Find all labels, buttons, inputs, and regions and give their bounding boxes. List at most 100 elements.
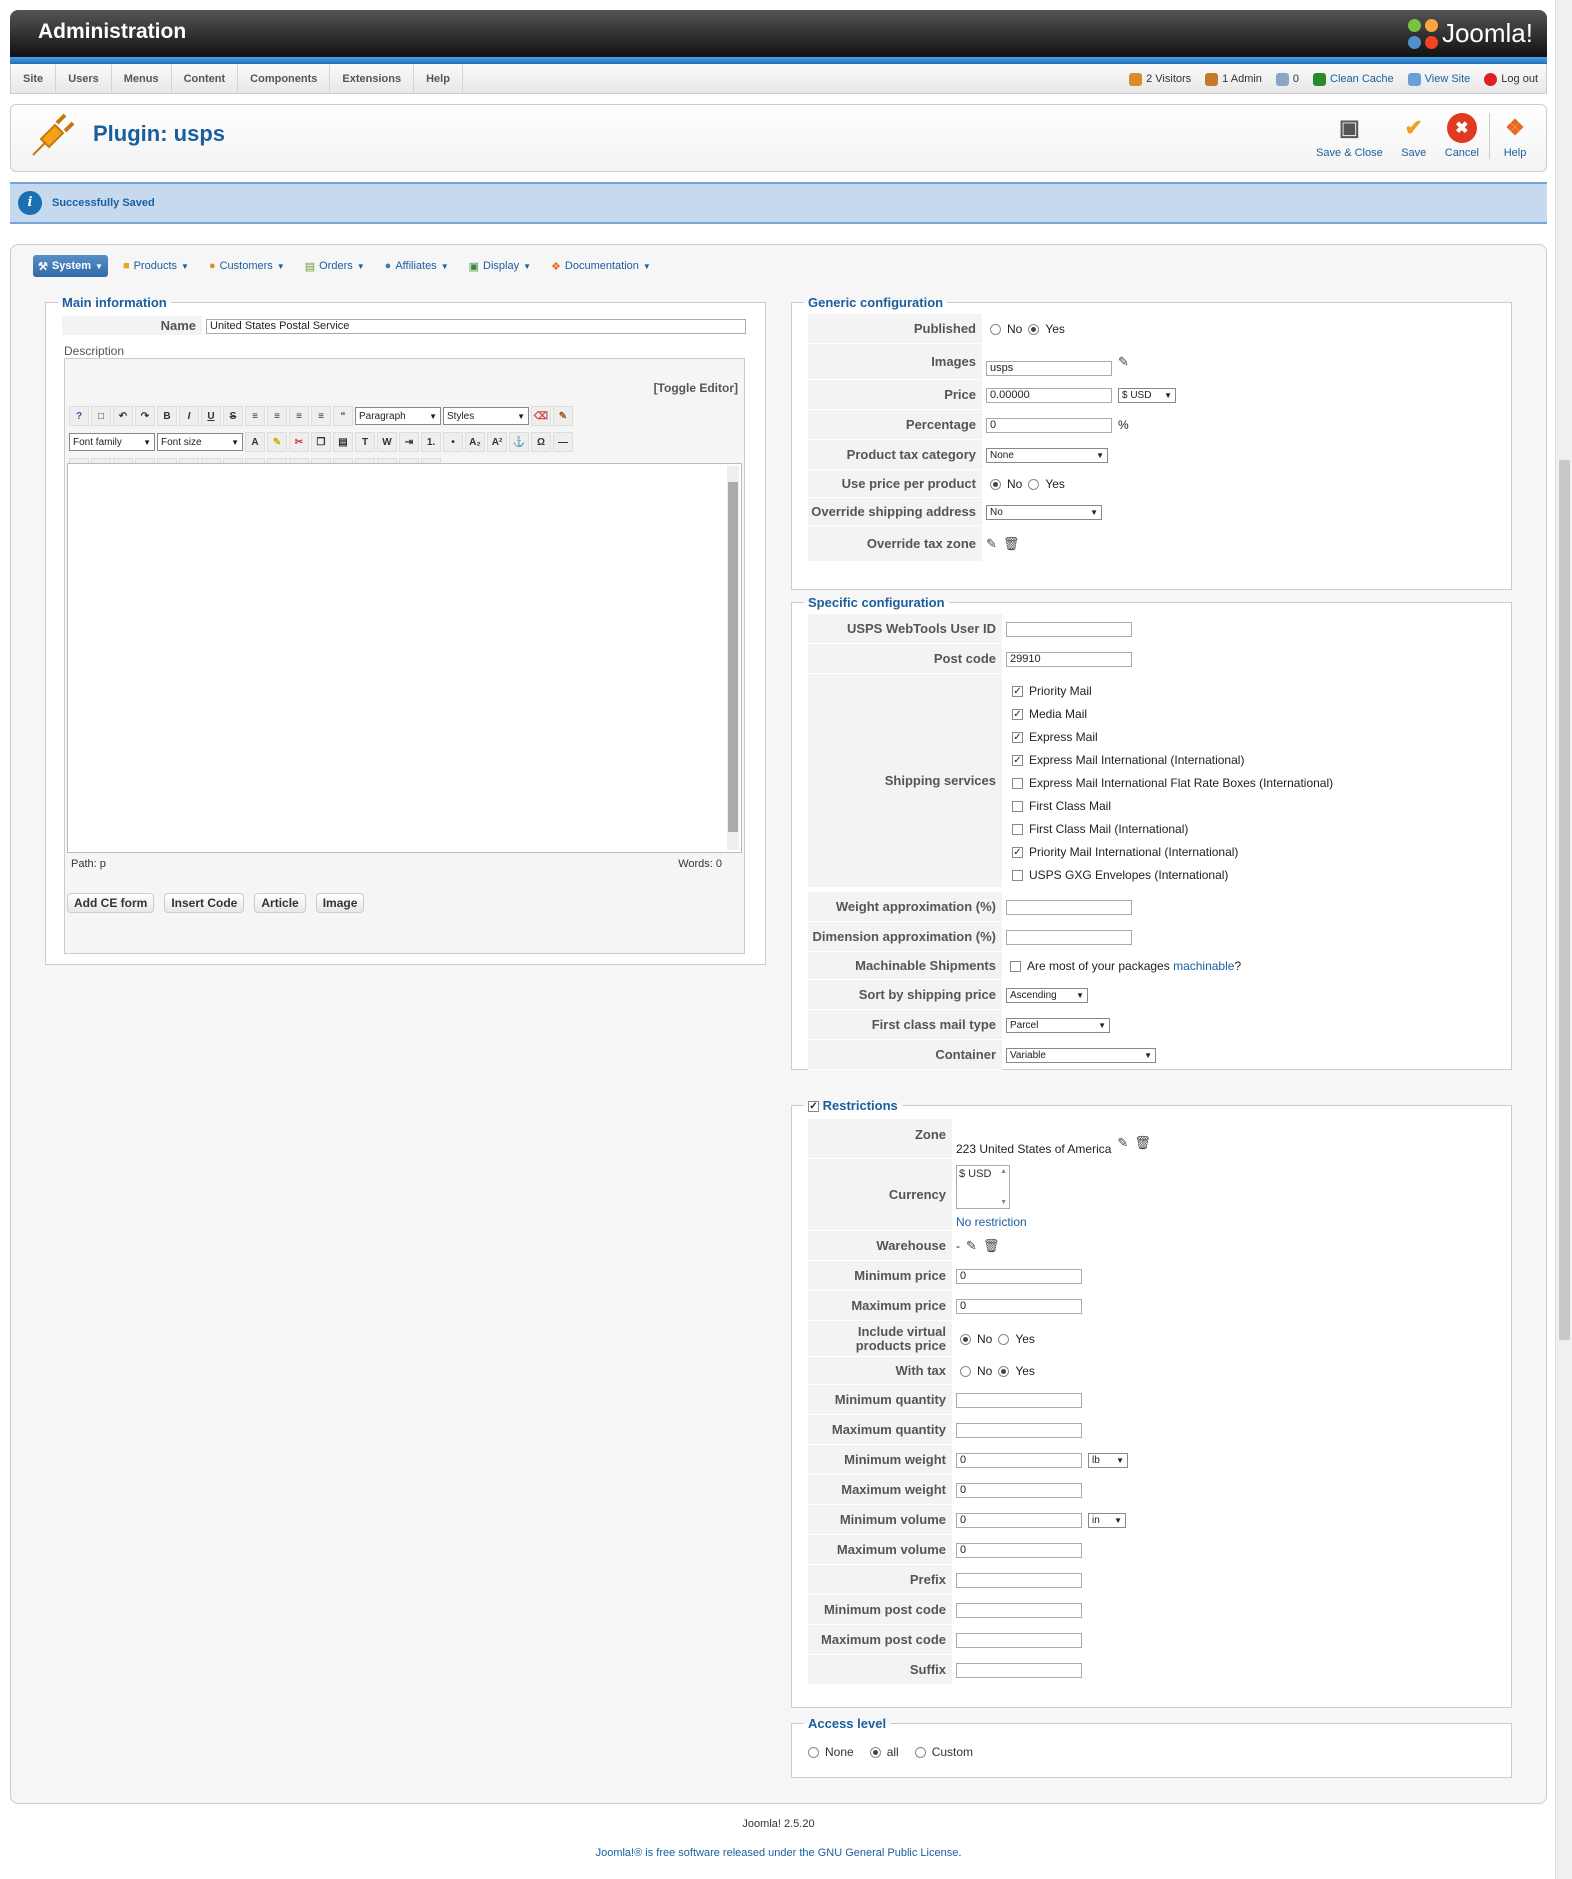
service-checkbox[interactable]: ✓ (1012, 731, 1023, 743)
add-ce-form-button[interactable]: Add CE form (67, 893, 155, 913)
max-weight-input[interactable] (956, 1482, 1082, 1498)
submenu-customers[interactable]: ● Customers ▼ (204, 255, 290, 277)
machinable-checkbox[interactable] (1010, 960, 1021, 972)
status-messages[interactable]: 0 (1275, 72, 1299, 86)
submenu-orders[interactable]: ▤ Orders ▼ (300, 255, 370, 277)
align-right-icon[interactable]: ≡ (311, 406, 331, 426)
image-button[interactable]: Image (315, 893, 365, 913)
editor-scrollbar[interactable] (727, 466, 739, 850)
service-checkbox[interactable] (1012, 869, 1023, 881)
submenu-display[interactable]: ▣ Display ▼ (464, 255, 536, 277)
restrictions-checkbox[interactable]: ✓ (808, 1101, 819, 1113)
no-restriction-link[interactable]: No restriction (956, 1215, 1027, 1229)
prefix-input[interactable] (956, 1572, 1082, 1588)
editor-scroll-thumb[interactable] (728, 482, 738, 832)
align-left-icon[interactable]: ≡ (289, 406, 309, 426)
undo-icon[interactable]: ↶ (113, 406, 133, 426)
override-shipping-select[interactable]: No ▼ (986, 504, 1102, 520)
published-no-radio[interactable] (990, 323, 1001, 335)
blockquote-icon[interactable]: “ (333, 406, 353, 426)
first-class-type-select[interactable]: Parcel ▼ (1006, 1017, 1110, 1033)
page-scroll-thumb[interactable] (1559, 460, 1570, 1340)
service-checkbox[interactable]: ✓ (1012, 846, 1023, 858)
submenu-documentation[interactable]: ❖ Documentation ▼ (546, 255, 656, 277)
name-input[interactable] (206, 318, 746, 334)
pencil-icon[interactable]: ✎ (966, 1238, 977, 1254)
trash-icon[interactable]: 🗑 (1003, 536, 1020, 552)
min-weight-input[interactable] (956, 1452, 1082, 1468)
access-custom-radio[interactable] (914, 1746, 926, 1758)
access-none-radio[interactable] (808, 1746, 819, 1758)
include-virtual-no-radio[interactable] (960, 1333, 971, 1345)
trash-icon[interactable]: 🗑 (1134, 1135, 1151, 1151)
service-item[interactable]: ✓ Express Mail International (Internation… (1012, 749, 1333, 772)
with-tax-no-radio[interactable] (960, 1365, 971, 1377)
font-family-select[interactable]: Font family ▼ (69, 433, 155, 451)
menu-help[interactable]: Help (414, 63, 463, 94)
currency-listbox[interactable]: $ USD ▲ ▼ (956, 1165, 1010, 1209)
service-checkbox[interactable] (1012, 823, 1023, 835)
use-price-no-radio[interactable] (990, 478, 1001, 490)
images-input[interactable] (986, 360, 1112, 376)
service-item[interactable]: ✓ Media Mail (1012, 703, 1333, 726)
pencil-icon[interactable]: ✎ (1117, 1135, 1128, 1151)
paste-icon[interactable]: ▤ (333, 432, 353, 452)
menu-users[interactable]: Users (56, 63, 112, 94)
joomla-logo[interactable]: Joomla! (1407, 18, 1533, 49)
new-document-icon[interactable]: □ (91, 406, 111, 426)
weight-approx-input[interactable] (1006, 899, 1132, 915)
justify-icon[interactable]: ≡ (245, 406, 265, 426)
post-code-input[interactable] (1006, 651, 1132, 667)
trash-icon[interactable]: 🗑 (983, 1238, 1000, 1254)
max-post-input[interactable] (956, 1632, 1082, 1648)
volume-unit-select[interactable]: in ▼ (1088, 1512, 1126, 1528)
superscript-icon[interactable]: A² (487, 432, 507, 452)
save-close-button[interactable]: ▣ Save & Close (1310, 113, 1389, 159)
menu-content[interactable]: Content (172, 63, 239, 94)
min-post-input[interactable] (956, 1602, 1082, 1618)
save-button[interactable]: ✔ Save (1393, 113, 1435, 159)
paragraph-select[interactable]: Paragraph ▼ (355, 407, 441, 425)
paste-text-icon[interactable]: T (355, 432, 375, 452)
logout-link[interactable]: Log out (1484, 72, 1538, 86)
service-checkbox[interactable]: ✓ (1012, 754, 1023, 766)
cleanup-icon[interactable]: ✎ (553, 406, 573, 426)
align-center-icon[interactable]: ≡ (267, 406, 287, 426)
omega-icon[interactable]: Ω (531, 432, 551, 452)
indent-icon[interactable]: ⇥ (399, 432, 419, 452)
paste-word-icon[interactable]: W (377, 432, 397, 452)
product-tax-select[interactable]: None ▼ (986, 447, 1108, 463)
clean-cache-link[interactable]: Clean Cache (1313, 72, 1394, 86)
eraser-icon[interactable]: ⌫ (531, 406, 551, 426)
price-input[interactable] (986, 387, 1112, 403)
redo-icon[interactable]: ↷ (135, 406, 155, 426)
service-checkbox[interactable]: ✓ (1012, 708, 1023, 720)
usps-user-id-input[interactable] (1006, 621, 1132, 637)
service-checkbox[interactable] (1012, 800, 1023, 812)
submenu-system[interactable]: ⚒ System ▼ (33, 255, 108, 277)
underline-icon[interactable]: U (201, 406, 221, 426)
container-select[interactable]: Variable ▼ (1006, 1047, 1156, 1063)
dimension-approx-input[interactable] (1006, 929, 1132, 945)
machinable-link[interactable]: machinable (1173, 959, 1234, 973)
published-yes-radio[interactable] (1028, 323, 1040, 335)
service-item[interactable]: USPS GXG Envelopes (International) (1012, 864, 1333, 887)
anchor-icon[interactable]: ⚓ (509, 432, 529, 452)
menu-site[interactable]: Site (11, 63, 57, 94)
gpl-link[interactable]: GNU General Public License (818, 1847, 959, 1859)
pencil-icon[interactable]: ✎ (1118, 354, 1129, 370)
view-site-link[interactable]: View Site (1407, 72, 1470, 86)
suffix-input[interactable] (956, 1662, 1082, 1678)
text-color-icon[interactable]: A (245, 432, 265, 452)
price-currency-select[interactable]: $ USD ▼ (1118, 387, 1176, 403)
service-checkbox[interactable] (1012, 777, 1023, 789)
styles-select[interactable]: Styles ▼ (443, 407, 529, 425)
pencil-icon[interactable]: ✎ (986, 536, 997, 552)
cut-icon[interactable]: ✂ (289, 432, 309, 452)
min-volume-input[interactable] (956, 1512, 1082, 1528)
toggle-editor-link[interactable]: [Toggle Editor] (654, 381, 738, 395)
submenu-affiliates[interactable]: ● Affiliates ▼ (380, 255, 454, 277)
use-price-yes-radio[interactable] (1028, 478, 1040, 490)
menu-components[interactable]: Components (238, 63, 331, 94)
page-scrollbar[interactable] (1555, 0, 1572, 1879)
